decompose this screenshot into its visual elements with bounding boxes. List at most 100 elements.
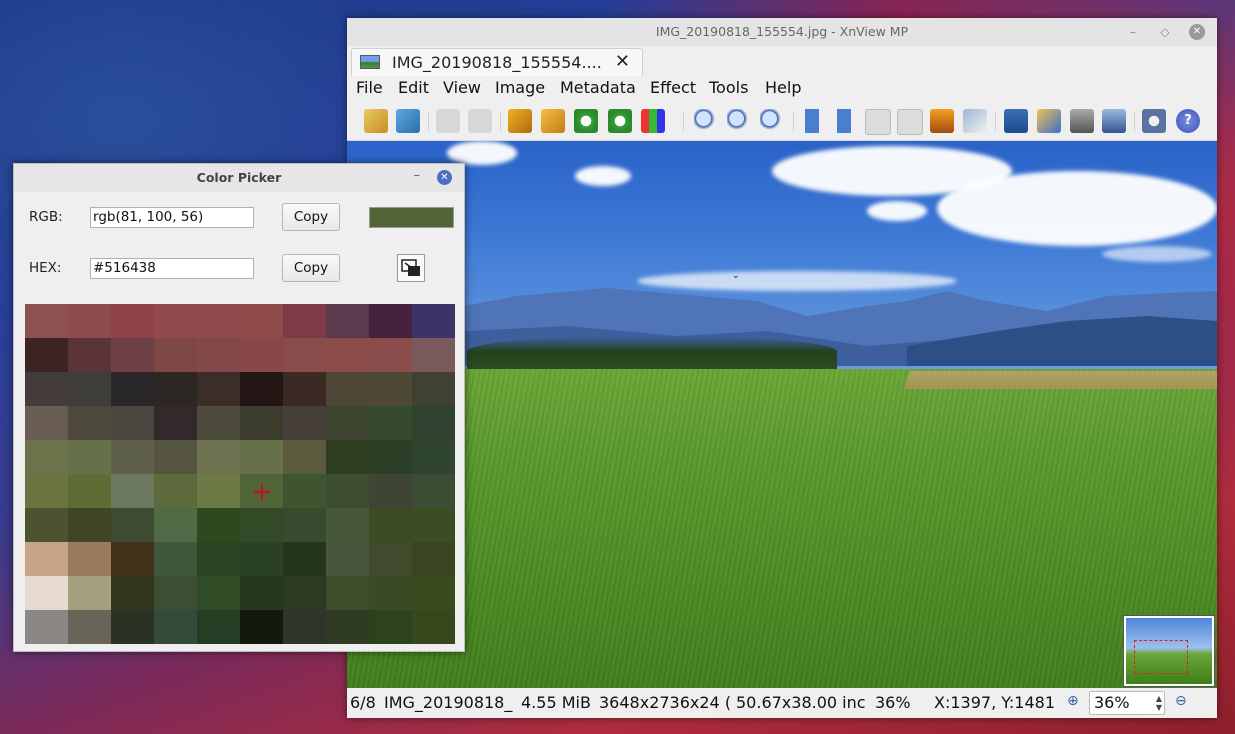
magnified-pixel[interactable] [68, 304, 111, 338]
magnified-pixel[interactable] [68, 338, 111, 372]
magnified-pixel[interactable] [197, 338, 240, 372]
magnified-pixel[interactable] [240, 338, 283, 372]
magnified-pixel[interactable] [68, 576, 111, 610]
minimize-icon[interactable]: – [1125, 24, 1141, 40]
next-icon[interactable] [832, 109, 856, 133]
crop-icon[interactable] [508, 109, 532, 133]
magnified-pixel[interactable] [68, 508, 111, 542]
magnified-pixel[interactable] [111, 304, 154, 338]
previous-icon[interactable] [800, 109, 824, 133]
magnified-pixel[interactable] [369, 406, 412, 440]
tab-image-document[interactable]: IMG_20190818_155554.... ✕ [351, 48, 643, 77]
zoom-in-icon[interactable] [694, 109, 718, 133]
magnified-pixel[interactable] [283, 508, 326, 542]
magnified-pixel[interactable] [197, 610, 240, 644]
magnified-pixel[interactable] [197, 440, 240, 474]
magnified-pixel[interactable] [68, 406, 111, 440]
print-icon[interactable] [1070, 109, 1094, 133]
magnified-pixel[interactable] [283, 440, 326, 474]
capture-icon[interactable] [1102, 109, 1126, 133]
copy-hex-button[interactable]: Copy [282, 254, 340, 282]
magnified-pixel[interactable] [111, 440, 154, 474]
magnified-pixel[interactable] [369, 542, 412, 576]
magnified-pixel[interactable] [412, 610, 455, 644]
magnified-pixel[interactable] [412, 372, 455, 406]
color-adjust-icon[interactable] [641, 109, 665, 133]
magnified-pixel[interactable] [197, 304, 240, 338]
magnified-pixel[interactable] [111, 610, 154, 644]
magnified-pixel[interactable] [412, 474, 455, 508]
navigator-thumbnail[interactable] [1124, 616, 1214, 686]
magnified-pixel[interactable] [111, 576, 154, 610]
magnified-pixel[interactable] [326, 304, 369, 338]
magnified-pixel[interactable] [326, 542, 369, 576]
magnified-pixel[interactable] [240, 610, 283, 644]
magnified-pixel[interactable] [283, 338, 326, 372]
image-viewer[interactable]: ⌄ [347, 141, 1217, 688]
zoom-in-icon[interactable]: ⊕ [1067, 693, 1079, 709]
magnified-pixel[interactable] [412, 440, 455, 474]
magnified-pixel[interactable] [412, 338, 455, 372]
magnified-pixel[interactable] [240, 372, 283, 406]
magnified-pixel[interactable] [369, 576, 412, 610]
magnified-pixel[interactable] [154, 610, 197, 644]
browser-icon[interactable] [364, 109, 388, 133]
magnified-pixel[interactable] [154, 542, 197, 576]
magnified-pixel[interactable] [25, 610, 68, 644]
magnified-pixel[interactable] [240, 542, 283, 576]
magnified-pixel[interactable] [240, 440, 283, 474]
zoom-spinbox[interactable]: 36% ▲ ▼ [1089, 691, 1165, 715]
zoom-out-icon[interactable] [760, 109, 784, 133]
magnified-pixel[interactable] [154, 474, 197, 508]
first-icon[interactable] [865, 109, 891, 135]
menu-file[interactable]: File [356, 78, 383, 97]
magnified-pixel[interactable] [68, 372, 111, 406]
magnified-pixel[interactable] [283, 542, 326, 576]
save-icon[interactable] [396, 109, 420, 133]
magnified-pixel[interactable] [25, 508, 68, 542]
pick-screen-button[interactable] [397, 254, 425, 282]
picker-titlebar[interactable]: Color Picker [14, 164, 464, 192]
magnified-pixel[interactable] [197, 576, 240, 610]
magnified-pixel[interactable] [197, 542, 240, 576]
magnified-pixel[interactable] [68, 610, 111, 644]
magnified-pixel[interactable] [283, 372, 326, 406]
magnified-pixel[interactable] [197, 406, 240, 440]
magnified-pixel[interactable] [412, 576, 455, 610]
zoom-fit-icon[interactable] [727, 109, 751, 133]
magnified-pixel[interactable] [154, 372, 197, 406]
tab-close-icon[interactable]: ✕ [615, 51, 630, 72]
window-titlebar[interactable]: IMG_20190818_155554.jpg - XnView MP – ◇ … [347, 18, 1217, 46]
magnified-pixel[interactable] [25, 372, 68, 406]
magnified-pixel[interactable] [25, 576, 68, 610]
magnified-pixel[interactable] [369, 372, 412, 406]
undo-icon[interactable] [436, 109, 460, 133]
magnified-pixel[interactable] [197, 474, 240, 508]
hex-field[interactable]: #516438 [90, 258, 254, 279]
info-icon[interactable] [963, 109, 987, 133]
magnified-pixel[interactable] [197, 372, 240, 406]
magnifier-grid[interactable] [25, 304, 455, 644]
magnified-pixel[interactable] [111, 372, 154, 406]
magnified-pixel[interactable] [369, 304, 412, 338]
rgb-field[interactable]: rgb(81, 100, 56) [90, 207, 254, 228]
magnified-pixel[interactable] [25, 440, 68, 474]
magnified-pixel[interactable] [412, 304, 455, 338]
menu-help[interactable]: Help [765, 78, 801, 97]
magnified-pixel[interactable] [283, 406, 326, 440]
magnified-pixel[interactable] [240, 304, 283, 338]
resize-icon[interactable] [541, 109, 565, 133]
menu-tools[interactable]: Tools [709, 78, 748, 97]
magnified-pixel[interactable] [283, 304, 326, 338]
magnified-pixel[interactable] [240, 406, 283, 440]
settings-icon[interactable] [1142, 109, 1166, 133]
magnified-pixel[interactable] [283, 610, 326, 644]
magnified-pixel[interactable] [111, 338, 154, 372]
menu-image[interactable]: Image [495, 78, 545, 97]
zoom-out-icon[interactable]: ⊖ [1175, 693, 1187, 709]
magnified-pixel[interactable] [369, 610, 412, 644]
magnified-pixel[interactable] [154, 508, 197, 542]
edit-text-icon[interactable] [1037, 109, 1061, 133]
magnified-pixel[interactable] [154, 406, 197, 440]
fullscreen-icon[interactable] [1004, 109, 1028, 133]
